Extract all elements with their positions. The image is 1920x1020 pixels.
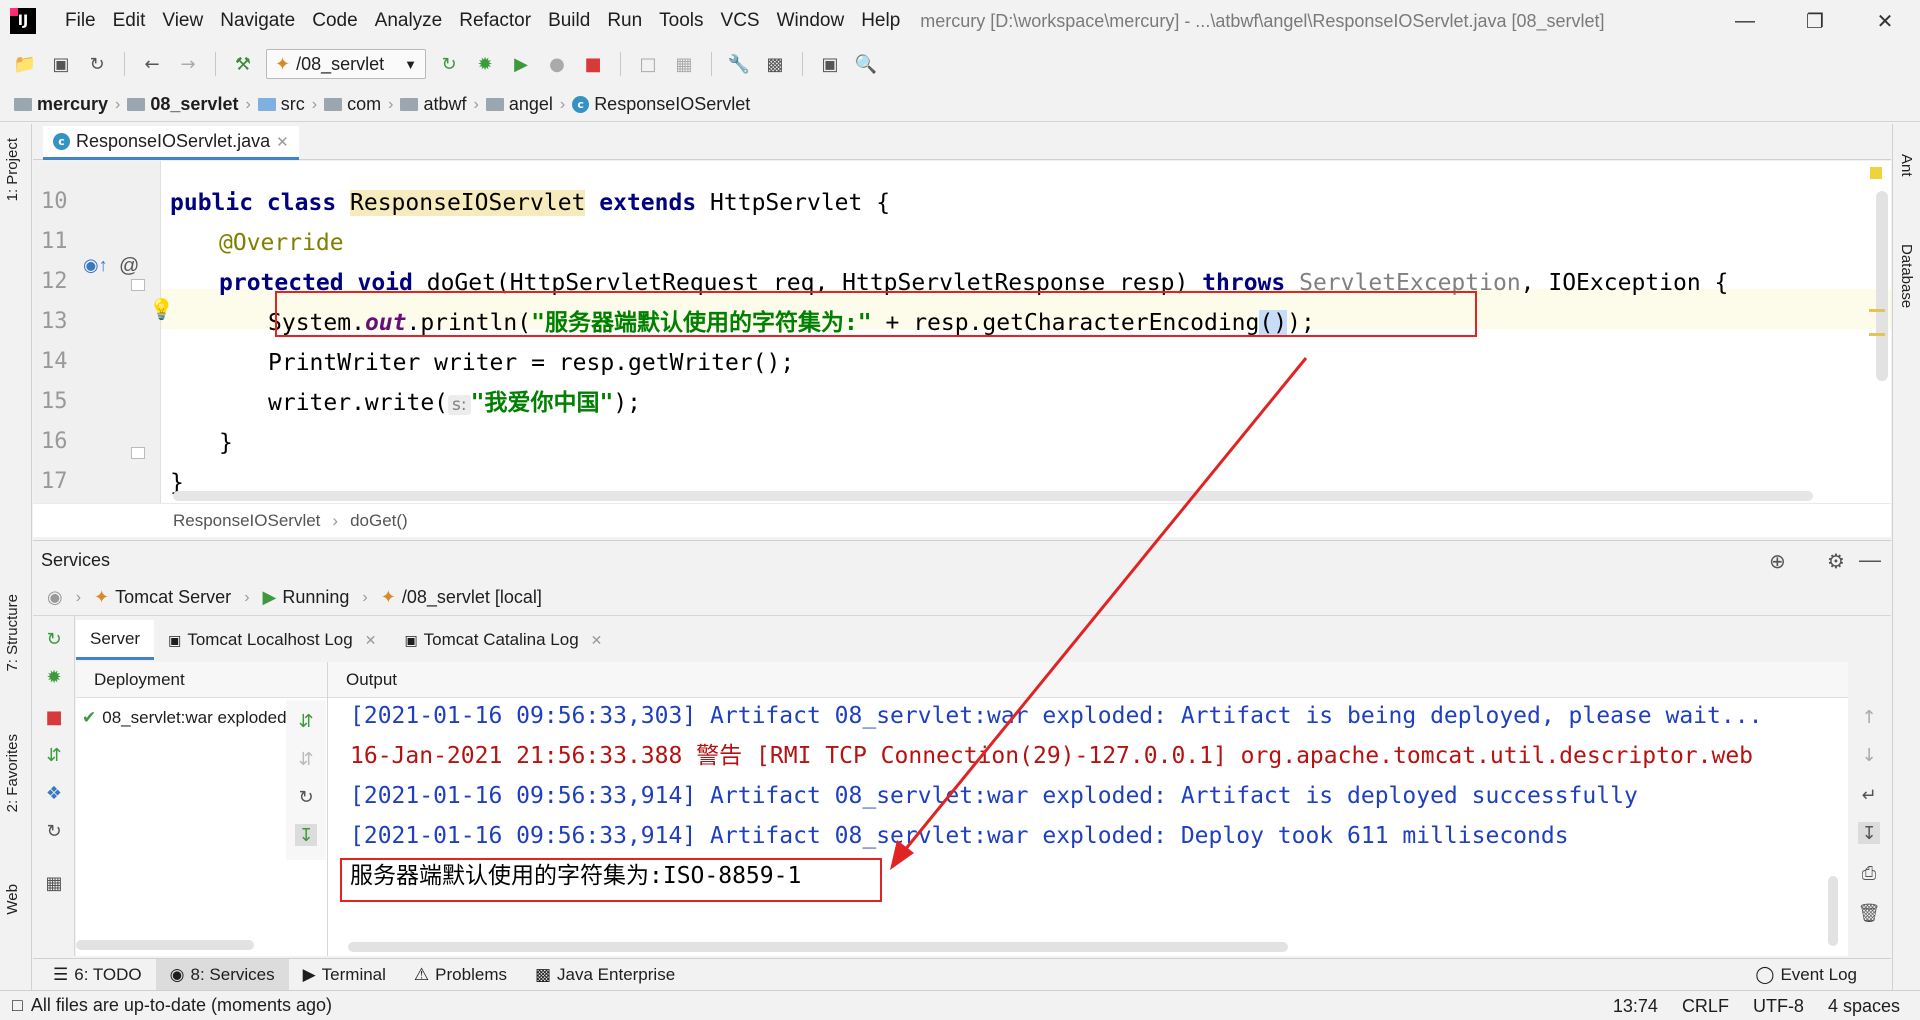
annotation-arrow xyxy=(890,357,1308,870)
